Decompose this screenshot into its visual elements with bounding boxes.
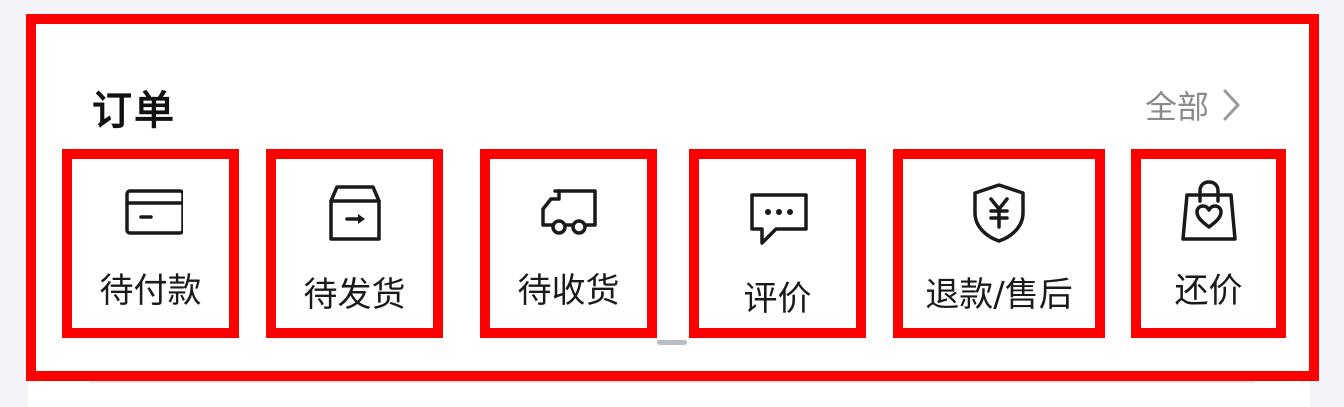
- order-status-refund-aftersales[interactable]: 退款/售后: [893, 149, 1105, 338]
- order-status-label: 待付款: [99, 271, 202, 311]
- shield-yen-icon: [973, 183, 1025, 243]
- comment-icon: [749, 193, 808, 245]
- order-status-label: 还价: [1174, 271, 1243, 311]
- bag-heart-icon: [1180, 180, 1237, 241]
- order-status-label: 退款/售后: [925, 275, 1073, 315]
- view-all-orders-link[interactable]: 全部: [1145, 82, 1243, 128]
- order-status-label: 评价: [743, 279, 812, 319]
- order-status-pending-payment[interactable]: 待付款: [62, 149, 239, 338]
- truck-icon: [540, 189, 597, 235]
- section-divider: [90, 381, 1254, 383]
- order-status-counter-offer[interactable]: 还价: [1131, 149, 1286, 338]
- view-all-label: 全部: [1145, 88, 1210, 126]
- box-icon: [328, 185, 381, 241]
- orders-title: 订单: [92, 88, 176, 134]
- order-status-label: 待发货: [303, 275, 406, 315]
- order-status-review[interactable]: 评价: [689, 149, 866, 338]
- order-status-label: 待收货: [517, 271, 620, 311]
- order-status-pending-receipt[interactable]: 待收货: [480, 149, 657, 338]
- card-icon: [124, 189, 183, 235]
- order-status-pending-shipment[interactable]: 待发货: [266, 149, 443, 338]
- scroll-indicator: [657, 340, 687, 345]
- chevron-right-icon: [1223, 89, 1240, 121]
